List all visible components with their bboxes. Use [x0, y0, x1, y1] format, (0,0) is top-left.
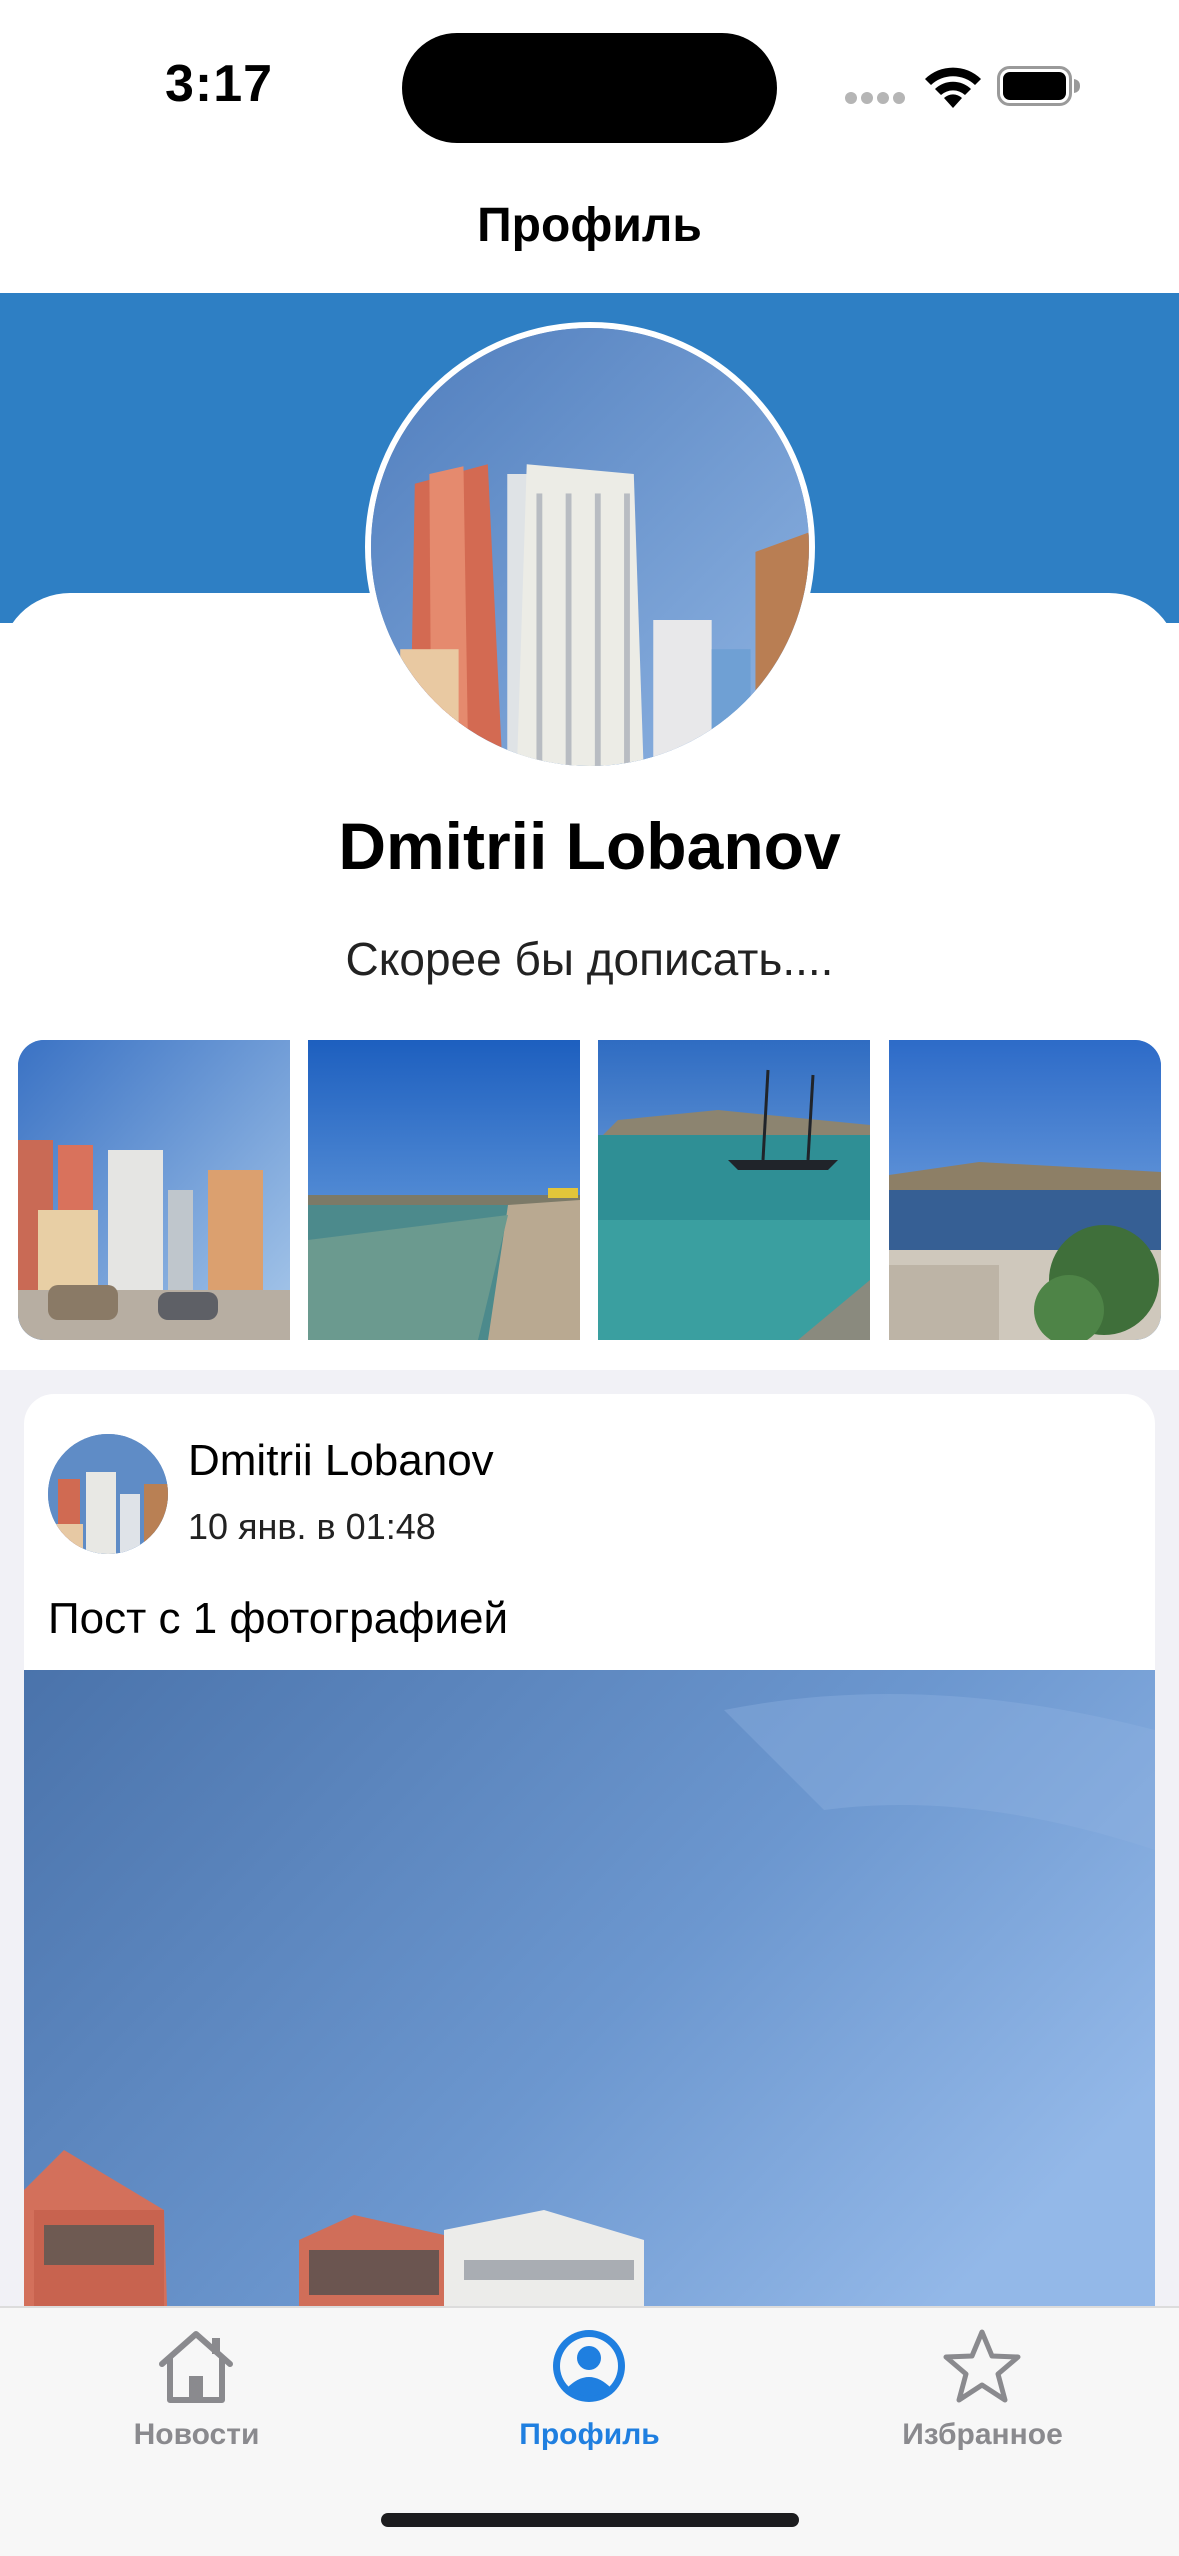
page-title: Профиль: [477, 199, 702, 252]
gallery-photo-city[interactable]: [18, 1040, 290, 1340]
profile-avatar[interactable]: [365, 322, 815, 772]
status-bar: 3:17: [0, 0, 1179, 170]
gallery-photo-harbor[interactable]: [598, 1040, 870, 1340]
post-author-avatar[interactable]: [48, 1434, 168, 1554]
post-text: Пост с 1 фотографией: [48, 1594, 509, 1643]
tab-profile-label: Профиль: [519, 2418, 660, 2451]
profile-name: Dmitrii Lobanov: [338, 809, 841, 883]
photo-gallery: [18, 1040, 1161, 1340]
post-author-name[interactable]: Dmitrii Lobanov: [188, 1436, 494, 1486]
house-icon: [159, 2331, 233, 2403]
gallery-photo-beach[interactable]: [308, 1040, 580, 1340]
gallery-photo-bay[interactable]: [889, 1040, 1161, 1340]
tab-favorites-label: Избранное: [902, 2418, 1063, 2451]
tab-favorites[interactable]: Избранное: [786, 2308, 1179, 2468]
tab-news-label: Новости: [133, 2418, 260, 2451]
tab-profile[interactable]: Профиль: [393, 2308, 786, 2468]
battery-icon: [997, 66, 1080, 106]
signal-dots-icon: [845, 92, 905, 104]
home-indicator[interactable]: [381, 2513, 799, 2527]
profile-status: Скорее бы дописать....: [345, 933, 834, 985]
tab-news[interactable]: Новости: [0, 2308, 393, 2468]
post-image[interactable]: [24, 1670, 1155, 2370]
post-date: 10 янв. в 01:48: [188, 1506, 436, 1547]
wifi-icon: [925, 67, 981, 108]
post-card[interactable]: Dmitrii Lobanov 10 янв. в 01:48 Пост с 1…: [24, 1394, 1155, 2394]
person-circle-icon: [553, 2330, 625, 2402]
dynamic-island: [402, 33, 777, 143]
star-icon: [943, 2329, 1021, 2403]
status-time: 3:17: [165, 55, 274, 113]
